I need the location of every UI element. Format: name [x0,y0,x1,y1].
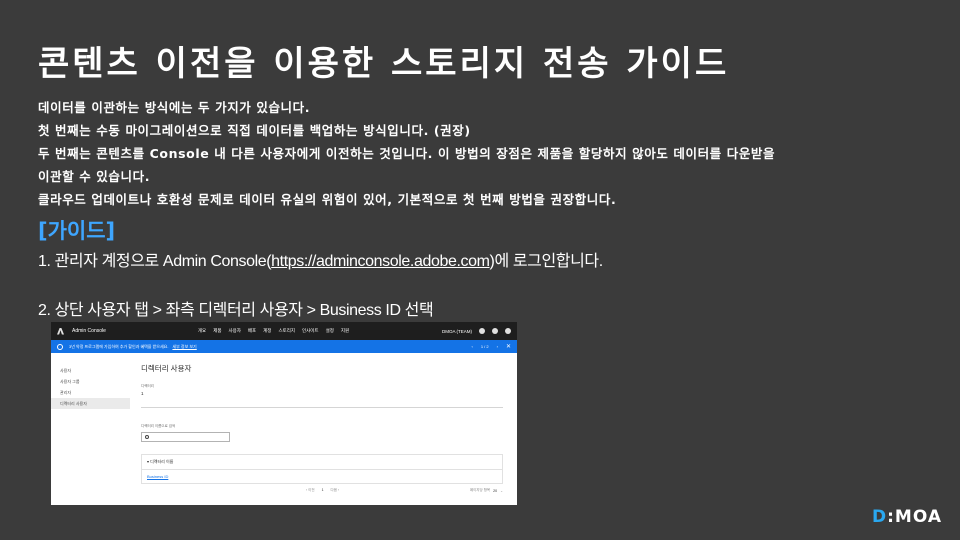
screenshot-nav: 개요 제품 사용자 배포 계정 스토리지 인사이트 설정 지원 [198,328,349,334]
intro-line: 데이터를 이관하는 방식에는 두 가지가 있습니다. [38,100,311,115]
directory-table: ▾ 디렉터리 이름 Business ID [141,454,503,484]
intro-line: 클라우드 업데이트나 호환성 문제로 데이터 유실의 위험이 있어, 기본적으로… [38,192,617,207]
logo-rest: :MOA [887,507,942,527]
nav-item: 제품 [213,328,222,333]
chevron-down-icon: ⌄ [500,488,503,493]
chevron-right-icon: › [496,344,498,349]
admin-console-link[interactable]: https://adminconsole.adobe.com [271,253,490,270]
pager-size-value: 20 [493,488,498,493]
screenshot-sidebar: 사용자 사용자 그룹 관리자 디렉터리 사용자 [51,353,133,505]
pager-next: 다음 › [330,488,340,492]
intro-line: 첫 번째는 수동 마이그레이션으로 직접 데이터를 백업하는 방식입니다. (권… [38,123,471,138]
nav-item: 인사이트 [302,328,319,333]
pager-page: 1 [321,488,324,492]
info-icon [57,343,63,350]
pager-prev: ‹ 이전 [306,488,315,492]
nav-item: 스토리지 [278,328,296,333]
screenshot-banner: 3년 약정 프로그램에 가입하여 추가 할인과 혜택을 받으세요. 세부 정보 … [51,340,517,353]
screenshot-top-right: DMOA (TEAM) [442,328,511,334]
adobe-logo-icon [57,327,64,335]
directory-count: 1 [141,391,144,396]
close-icon: ✕ [505,344,511,350]
nav-item: 설정 [325,328,334,333]
screenshot-top-bar: Admin Console 개요 제품 사용자 배포 계정 스토리지 인사이트 … [51,322,517,340]
screenshot-brand: Admin Console [72,328,106,334]
screenshot-body: 사용자 사용자 그룹 관리자 디렉터리 사용자 디렉터리 사용자 디렉터리 1 … [51,353,517,505]
avatar-icon [505,328,511,334]
step-1-suffix: )에 로그인합니다. [489,253,604,270]
nav-item: 계정 [263,328,272,333]
guide-heading: [가이드] [38,219,116,243]
step-2: 2. 상단 사용자 탭 > 좌측 디렉터리 사용자 > Business ID … [38,302,434,319]
banner-page: 1 / 2 [480,344,489,349]
search-icon [145,435,149,439]
pager-prev-label: 이전 [308,488,315,492]
chevron-left-icon: ‹ [471,344,473,349]
pager-controls: ‹ 이전 1 다음 › [306,488,339,493]
page-title: 콘텐츠 이전을 이용한 스토리지 전송 가이드 [38,44,730,84]
step-1-prefix: 1. 관리자 계정으로 Admin Console( [38,253,272,270]
sidebar-item-directory-users: 디렉터리 사용자 [51,398,130,409]
sidebar-item-admins: 관리자 [60,389,72,395]
nav-item: 사용자 [228,328,241,333]
directory-table-header: ▾ 디렉터리 이름 [142,455,502,470]
intro-text: 데이터를 이관하는 방식에는 두 가지가 있습니다. 첫 번째는 수동 마이그레… [38,96,938,211]
dmoa-logo: D:MOA [872,507,942,527]
pager-size: 페이지당 항목 20 ⌄ [470,488,503,493]
admin-console-screenshot: Admin Console 개요 제품 사용자 배포 계정 스토리지 인사이트 … [51,322,517,505]
bell-icon [492,328,498,334]
search-label: 디렉터리 이름으로 검색 [141,424,176,428]
directory-row-business-id: Business ID [147,474,169,479]
logo-d: D [872,507,888,527]
directory-table-header-label: 디렉터리 이름 [150,459,174,464]
banner-controls: ‹ 1 / 2 › ✕ [471,343,511,350]
step-1: 1. 관리자 계정으로 Admin Console(https://adminc… [38,247,603,271]
intro-line: 두 번째는 콘텐츠를 Console 내 다른 사용자에게 이전하는 것입니다.… [38,146,776,161]
directory-label: 디렉터리 [141,384,154,388]
divider [141,407,503,408]
sidebar-item-user-groups: 사용자 그룹 [60,378,80,384]
help-icon [479,328,485,334]
banner-link: 세부 정보 보기 [172,343,197,349]
nav-item: 지원 [340,328,350,333]
nav-item: 배포 [247,328,257,333]
screenshot-main-title: 디렉터리 사용자 [141,364,192,373]
org-name: DMOA (TEAM) [442,328,472,334]
screenshot-main: 디렉터리 사용자 디렉터리 1 디렉터리 이름으로 검색 ▾ 디렉터리 이름 B… [141,363,503,505]
sidebar-item-users: 사용자 [60,367,72,373]
banner-text: 3년 약정 프로그램에 가입하여 추가 할인과 혜택을 받으세요. [69,343,169,349]
pager-next-label: 다음 [330,488,337,492]
screenshot-search-input [141,432,230,442]
pager-size-label: 페이지당 항목 [469,488,491,492]
intro-line: 이관할 수 있습니다. [38,169,151,184]
nav-item: 개요 [197,328,207,333]
